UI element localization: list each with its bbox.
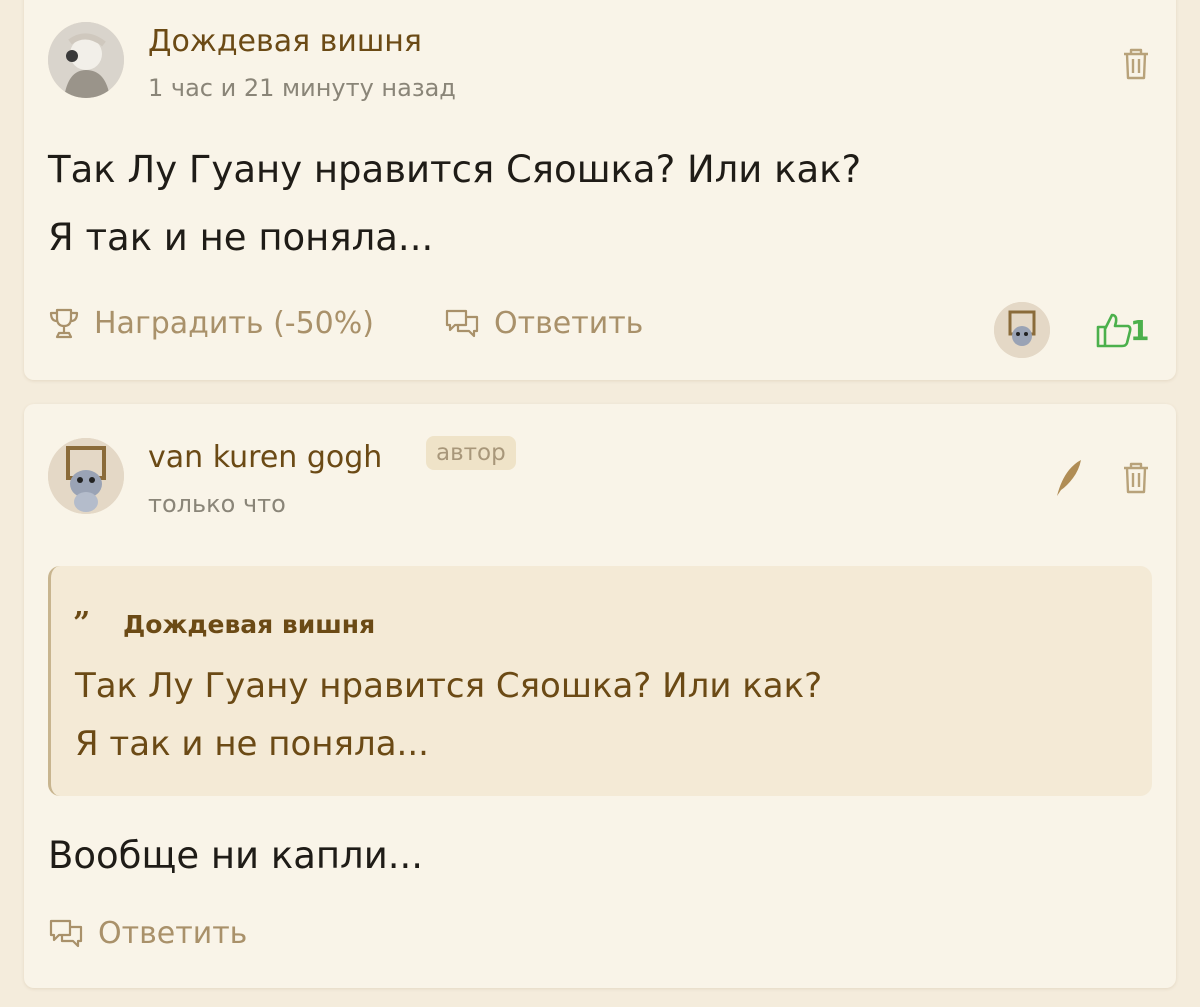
reply-button[interactable]: Ответить bbox=[444, 306, 643, 341]
quote-text-line: Я так и не поняла... bbox=[75, 724, 429, 764]
reply-label: Ответить bbox=[98, 916, 248, 951]
avatar-image bbox=[48, 438, 124, 514]
comment-card: van kuren gogh автор только что ” Дождев… bbox=[24, 404, 1176, 988]
trash-icon bbox=[1124, 462, 1148, 494]
quote-text-line: Так Лу Гуану нравится Сяошка? Или как? bbox=[75, 666, 823, 706]
feather-edit-icon bbox=[1057, 460, 1081, 496]
comment-text-line: Вообще ни капли... bbox=[48, 834, 424, 877]
avatar-image bbox=[48, 22, 124, 98]
reply-icon bbox=[445, 309, 479, 337]
quote-author: Дождевая вишня bbox=[123, 610, 376, 639]
trash-icon bbox=[1124, 48, 1148, 80]
trophy-icon bbox=[49, 308, 79, 338]
quote-icon: ” bbox=[73, 606, 91, 641]
reward-button[interactable]: Наградить (-50%) bbox=[48, 306, 374, 341]
delete-button[interactable] bbox=[1116, 44, 1156, 84]
timestamp: только что bbox=[148, 490, 286, 518]
quoted-comment: ” Дождевая вишня Так Лу Гуану нравится С… bbox=[48, 566, 1152, 796]
author-badge: автор bbox=[426, 436, 516, 470]
thumbs-up-icon bbox=[1096, 313, 1132, 348]
reply-button[interactable]: Ответить bbox=[48, 916, 247, 951]
reply-label: Ответить bbox=[494, 306, 644, 341]
avatar[interactable] bbox=[48, 438, 124, 514]
like-count: 1 bbox=[1130, 314, 1150, 347]
author-name[interactable]: van kuren gogh bbox=[148, 440, 382, 475]
avatar[interactable] bbox=[48, 22, 124, 98]
comment-text-line: Я так и не поняла... bbox=[48, 216, 434, 259]
timestamp: 1 час и 21 минуту назад bbox=[148, 74, 456, 102]
delete-button[interactable] bbox=[1116, 458, 1156, 498]
edit-button[interactable] bbox=[1048, 458, 1088, 498]
liker-avatar[interactable] bbox=[994, 302, 1050, 358]
reply-icon bbox=[49, 919, 83, 947]
liker-avatar-image bbox=[994, 302, 1050, 358]
author-name[interactable]: Дождевая вишня bbox=[148, 24, 422, 59]
comment-text-line: Так Лу Гуану нравится Сяошка? Или как? bbox=[48, 148, 862, 191]
comment-card: Дождевая вишня 1 час и 21 минуту назад Т… bbox=[24, 0, 1176, 380]
reward-label: Наградить (-50%) bbox=[94, 306, 374, 341]
